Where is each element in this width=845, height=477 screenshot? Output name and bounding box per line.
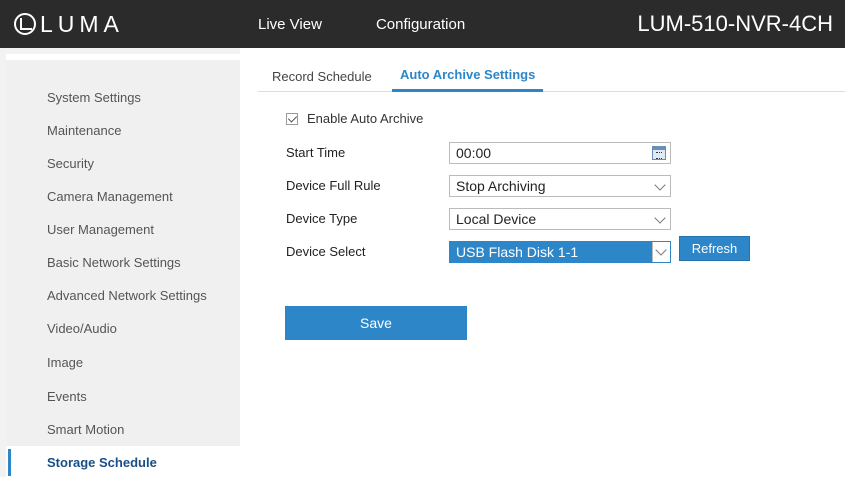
chevron-down-icon	[655, 244, 667, 256]
device-select-value: USB Flash Disk 1-1	[456, 244, 579, 260]
luma-logo-icon	[14, 13, 36, 35]
sidebar-item-storage-schedule[interactable]: Storage Schedule	[6, 446, 240, 477]
device-select-select[interactable]: USB Flash Disk 1-1	[449, 241, 671, 263]
sidebar-item-security[interactable]: Security	[6, 147, 240, 180]
settings-tabs: Record Schedule Auto Archive Settings	[258, 60, 845, 92]
tab-auto-archive-settings[interactable]: Auto Archive Settings	[392, 60, 544, 92]
device-full-rule-value: Stop Archiving	[456, 178, 546, 194]
sidebar-item-video-audio[interactable]: Video/Audio	[6, 312, 240, 345]
logo-text: LUMA	[40, 10, 124, 37]
chevron-down-icon	[654, 179, 666, 191]
sidebar-item-user-management[interactable]: User Management	[6, 213, 240, 246]
device-full-rule-label: Device Full Rule	[286, 178, 381, 193]
sidebar-item-maintenance[interactable]: Maintenance	[6, 114, 240, 147]
sidebar-item-events[interactable]: Events	[6, 380, 240, 413]
nav-live-view[interactable]: Live View	[258, 16, 322, 33]
start-time-label: Start Time	[286, 145, 346, 160]
device-type-value: Local Device	[456, 211, 537, 227]
sidebar-item-smart-motion[interactable]: Smart Motion	[6, 413, 240, 446]
nav-configuration[interactable]: Configuration	[376, 16, 465, 33]
save-button[interactable]: Save	[285, 306, 467, 340]
device-type-select[interactable]: Local Device	[449, 208, 671, 230]
enable-auto-archive-label: Enable Auto Archive	[307, 111, 424, 126]
sidebar: System Settings Maintenance Security Cam…	[0, 48, 240, 477]
sidebar-item-advanced-network-settings[interactable]: Advanced Network Settings	[6, 279, 240, 312]
calendar-icon[interactable]	[652, 146, 666, 160]
refresh-button[interactable]: Refresh	[679, 236, 750, 261]
sidebar-item-system-settings[interactable]: System Settings	[6, 81, 240, 114]
device-full-rule-select[interactable]: Stop Archiving	[449, 175, 671, 197]
start-time-value: 00:00	[456, 145, 492, 161]
device-type-label: Device Type	[286, 211, 358, 226]
sidebar-menu: System Settings Maintenance Security Cam…	[6, 54, 240, 477]
enable-auto-archive-row: Enable Auto Archive	[286, 111, 423, 126]
top-header-bar: LUMA Live View Configuration LUM-510-NVR…	[0, 0, 845, 48]
device-model-label: LUM-510-NVR-4CH	[637, 11, 833, 36]
device-select-dropdown-toggle[interactable]	[652, 242, 670, 262]
chevron-down-icon	[654, 212, 666, 224]
tab-record-schedule[interactable]: Record Schedule	[272, 60, 372, 92]
luma-logo: LUMA	[14, 8, 124, 40]
enable-auto-archive-checkbox[interactable]	[286, 112, 298, 125]
top-navigation: Live View Configuration	[258, 0, 465, 48]
sidebar-item-image[interactable]: Image	[6, 346, 240, 379]
sidebar-item-basic-network-settings[interactable]: Basic Network Settings	[6, 246, 240, 279]
sidebar-item-camera-management[interactable]: Camera Management	[6, 180, 240, 213]
start-time-input[interactable]: 00:00	[449, 142, 671, 164]
device-select-label: Device Select	[286, 244, 366, 259]
